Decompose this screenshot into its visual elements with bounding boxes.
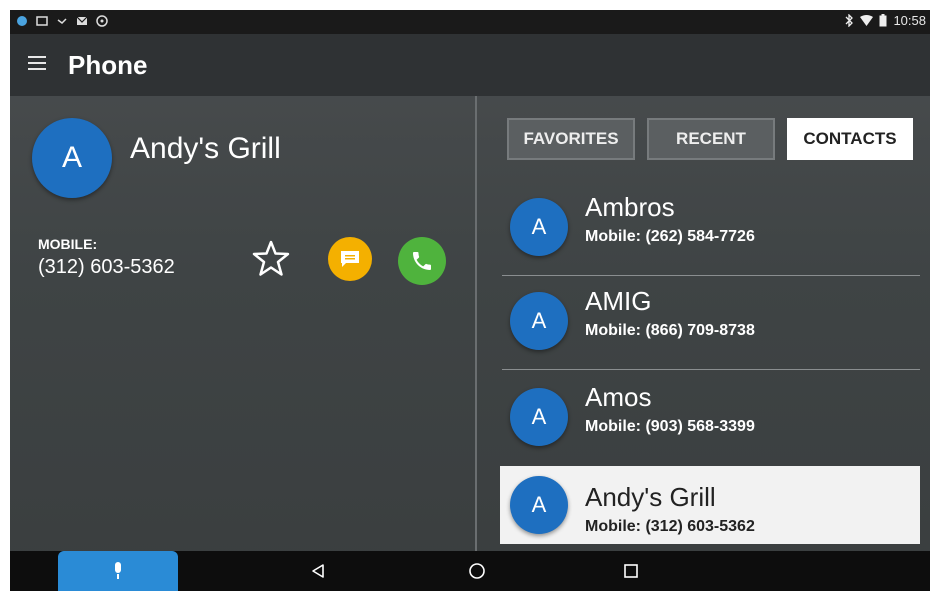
contact-phone: Mobile: (866) 709-8738: [585, 322, 755, 339]
back-icon[interactable]: [310, 563, 326, 579]
status-time: 10:58: [893, 13, 926, 28]
recent-apps-icon[interactable]: [624, 564, 638, 578]
app-bar: Phone: [10, 34, 930, 96]
contact-avatar: A: [510, 388, 568, 446]
detail-phone-number: (312) 603-5362: [38, 256, 175, 278]
call-button[interactable]: [398, 237, 446, 285]
contact-phone: Mobile: (262) 584-7726: [585, 228, 755, 245]
contact-name: Andy's Grill: [585, 482, 716, 512]
list-item[interactable]: A Ambros Mobile: (262) 584-7726: [500, 182, 920, 274]
hamburger-menu-icon[interactable]: [28, 56, 46, 70]
detail-avatar: A: [32, 118, 112, 198]
phone-icon: [413, 252, 431, 270]
steering-wheel-icon: [96, 15, 108, 27]
tab-favorites[interactable]: FAVORITES: [507, 118, 635, 160]
detail-contact-name: Andy's Grill: [130, 132, 281, 165]
wifi-icon: [860, 14, 874, 26]
microphone-icon: [115, 562, 121, 579]
status-bar: 10:58: [10, 10, 930, 34]
list-item[interactable]: A Amos Mobile: (903) 568-3399: [500, 372, 920, 464]
contact-name: Amos: [585, 382, 652, 412]
email-icon: [76, 16, 88, 25]
message-icon: [341, 251, 359, 267]
status-system: 10:58: [844, 13, 926, 28]
tab-recent[interactable]: RECENT: [647, 118, 775, 160]
image-notification-icon: [36, 16, 48, 26]
detail-phone-label: MOBILE:: [38, 236, 98, 252]
contact-phone: Mobile: (903) 568-3399: [585, 418, 755, 435]
missed-call-icon: [57, 18, 67, 24]
contact-avatar: A: [510, 292, 568, 350]
app-title: Phone: [68, 50, 148, 80]
contact-avatar: A: [510, 476, 568, 534]
list-item[interactable]: A AMIG Mobile: (866) 709-8738: [500, 276, 920, 368]
contact-avatar: A: [510, 198, 568, 256]
bluetooth-icon: [845, 14, 854, 27]
status-notifications: [16, 15, 108, 27]
tab-contacts[interactable]: CONTACTS: [787, 118, 913, 160]
app-notification-icon: [17, 16, 27, 26]
home-icon[interactable]: [468, 562, 486, 580]
battery-icon: [879, 14, 887, 27]
list-divider: [502, 369, 920, 370]
voice-button[interactable]: [58, 551, 178, 591]
panel-divider: [475, 96, 477, 551]
message-button[interactable]: [328, 237, 372, 281]
contact-phone: Mobile: (312) 603-5362: [585, 518, 755, 535]
favorite-star-icon[interactable]: [250, 238, 292, 280]
phone-screen: 10:58 Phone A Andy's Grill MOBILE: (312)…: [10, 10, 930, 591]
contact-name: Ambros: [585, 192, 675, 222]
list-item-selected[interactable]: A Andy's Grill Mobile: (312) 603-5362: [500, 466, 920, 544]
contact-name: AMIG: [585, 286, 652, 316]
